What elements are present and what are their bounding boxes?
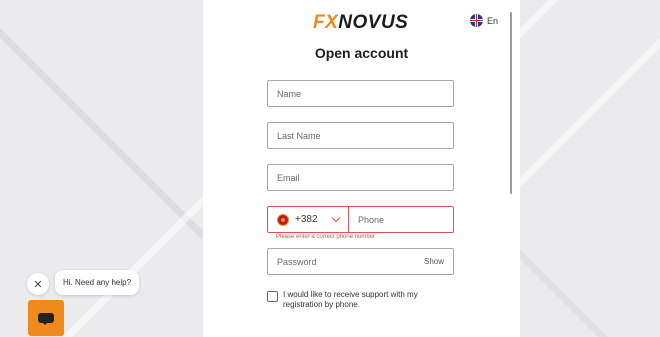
- language-label: En: [487, 15, 499, 26]
- phone-input-wrap[interactable]: [349, 207, 453, 232]
- close-icon: ✕: [33, 278, 43, 291]
- page-title: Open account: [314, 45, 409, 61]
- fxnovus-logo: FX NOVUS: [313, 12, 408, 34]
- last-name-field[interactable]: [267, 122, 454, 149]
- phone-field-group: +382: [267, 206, 454, 233]
- phone-support-consent: I would like to receive support with my …: [267, 290, 457, 310]
- email-input[interactable]: [277, 172, 453, 183]
- logo-fx: FX: [313, 12, 339, 33]
- country-code-value: +382: [295, 214, 318, 225]
- language-selector[interactable]: En: [470, 14, 498, 27]
- chat-close-button[interactable]: ✕: [27, 273, 49, 295]
- montenegro-flag-icon: [277, 213, 289, 226]
- chat-launcher-button[interactable]: [28, 300, 64, 336]
- show-password-button[interactable]: Show: [424, 257, 444, 266]
- chat-icon: [38, 313, 54, 325]
- email-field[interactable]: [267, 164, 454, 191]
- chat-greeting-bubble[interactable]: Hi. Need any help?: [55, 270, 140, 295]
- country-code-select[interactable]: +382: [268, 207, 349, 232]
- uk-flag-icon: [470, 14, 483, 27]
- consent-label: I would like to receive support with my …: [283, 290, 418, 309]
- name-input[interactable]: [277, 88, 453, 99]
- name-field[interactable]: [267, 80, 454, 107]
- consent-checkbox[interactable]: [267, 291, 278, 302]
- phone-input[interactable]: [358, 214, 453, 225]
- signup-panel: FXNOVUS En Open account +382 Please ente…: [203, 0, 520, 337]
- password-field[interactable]: Show: [267, 248, 454, 275]
- chevron-down-icon: [331, 213, 341, 223]
- logo-novus: NOVUS: [338, 12, 409, 33]
- phone-error-message: Please enter a correct phone number: [276, 234, 376, 240]
- scrollbar[interactable]: [510, 12, 512, 194]
- last-name-input[interactable]: [277, 130, 453, 141]
